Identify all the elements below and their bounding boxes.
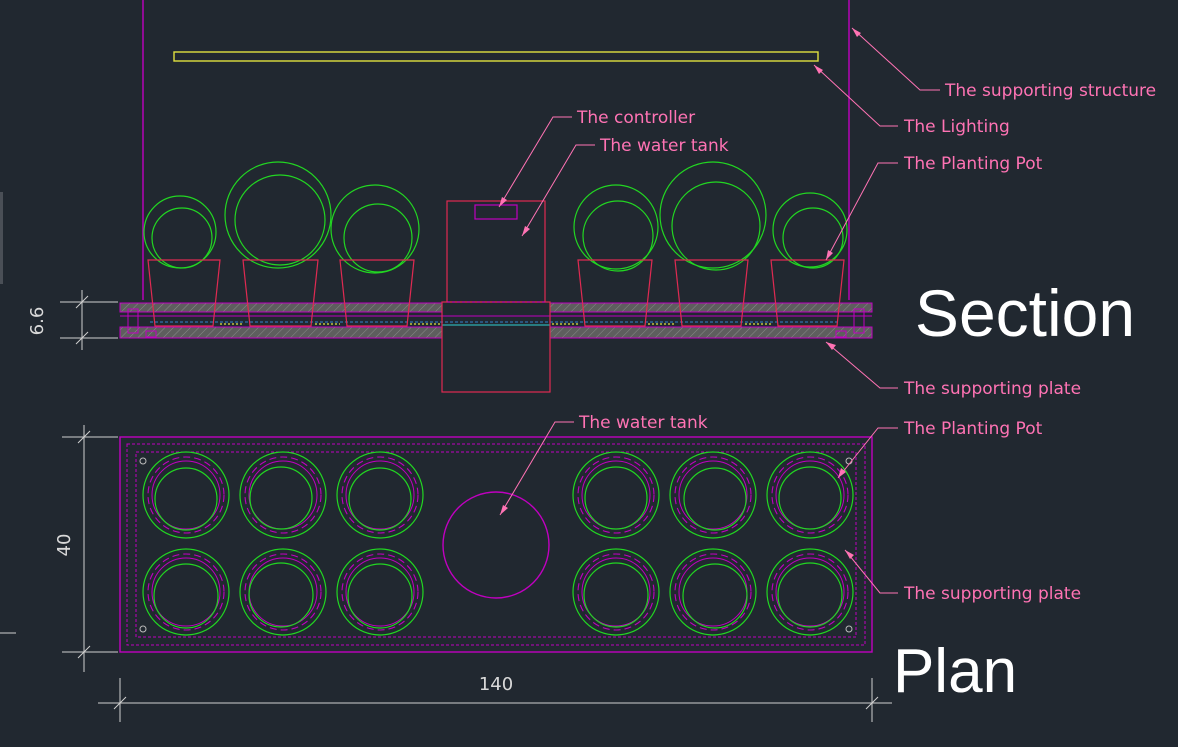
lighting-bar [173,51,819,62]
plan-width-value: 140 [479,674,513,695]
section-title: Section [915,276,1135,350]
label-section-supporting-plate: The supporting plate [903,379,1081,399]
label-section-planting-pot: The Planting Pot [903,154,1043,174]
plan-water-tank [442,491,550,599]
plan-pot [142,451,230,539]
plan-pot [669,548,757,636]
plan-height-value: 40 [54,534,75,557]
section-height-dimension [60,290,118,350]
label-supporting-structure: The supporting structure [944,81,1156,101]
section-height-value: 6.6 [27,307,48,336]
plan-view: The water tank The Planting Pot The supp… [54,413,1081,722]
section-view: The supporting structure The Lighting Th… [27,0,1156,399]
plan-pot [336,548,424,636]
section-controller [474,204,518,220]
drawing-canvas: The supporting structure The Lighting Th… [0,0,1156,722]
plan-pot [572,451,660,539]
plan-pot [239,451,327,539]
section-planting-pots [143,161,848,327]
left-edge-marker [0,192,3,284]
plan-planting-pots [142,451,854,636]
plan-pot [336,451,424,539]
label-plan-water-tank: The water tank [578,413,708,433]
plan-pot [766,451,854,539]
label-section-water-tank: The water tank [599,136,729,156]
plan-pot [669,451,757,539]
plan-supporting-plate [119,436,873,653]
plan-pot [239,548,327,636]
section-pot [659,161,767,327]
plan-pot [766,548,854,636]
section-pot [224,161,332,327]
section-supporting-plate [119,302,873,339]
plan-title: Plan [893,637,1017,706]
plan-pot [142,548,230,636]
section-water-tank [441,200,551,393]
label-plan-planting-pot: The Planting Pot [903,419,1043,439]
label-controller: The controller [576,108,695,128]
label-plan-supporting-plate: The supporting plate [903,584,1081,604]
cad-drawing: The supporting structure The Lighting Th… [0,0,1178,743]
plan-pot [572,548,660,636]
label-lighting: The Lighting [903,117,1010,137]
supporting-structure [142,0,850,300]
